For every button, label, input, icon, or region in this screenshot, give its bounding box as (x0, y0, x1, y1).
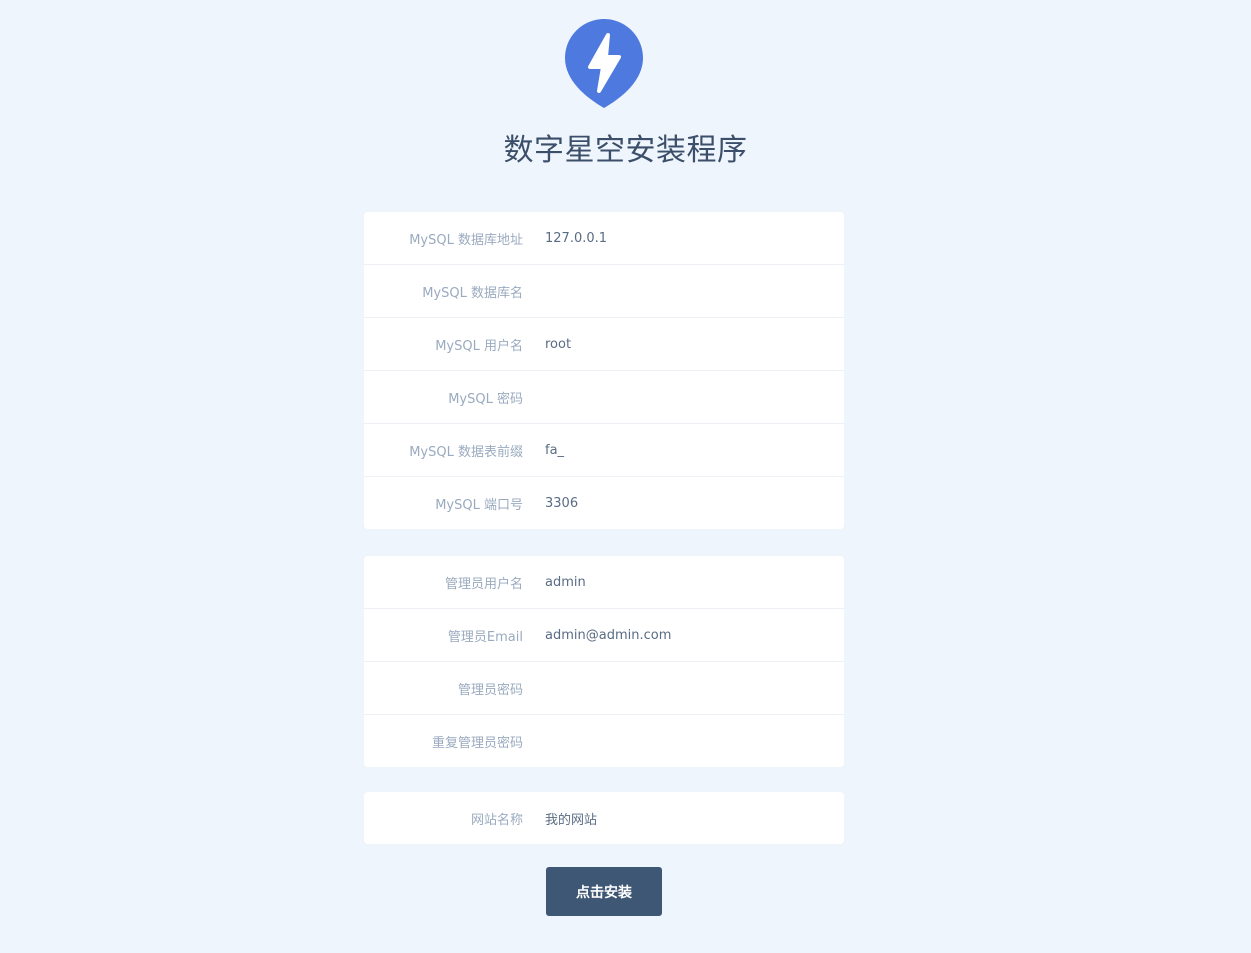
page-title: 数字星空安装程序 (503, 133, 748, 168)
db-name-label: MySQL 数据库名 (422, 285, 523, 301)
lightning-bolt-icon (565, 19, 643, 108)
admin-username-label: 管理员用户名 (444, 576, 523, 592)
db-name-input[interactable] (545, 276, 844, 306)
form-row-db-prefix: MySQL 数据表前缀 (364, 424, 844, 477)
admin-password-repeat-label: 重复管理员密码 (431, 735, 523, 751)
admin-password-repeat-input[interactable] (545, 726, 844, 756)
form-row-db-password: MySQL 密码 (364, 371, 844, 424)
admin-username-input[interactable] (545, 567, 844, 597)
form-row-admin-username: 管理员用户名 (364, 556, 844, 609)
db-host-label: MySQL 数据库地址 (409, 232, 523, 248)
db-prefix-label: MySQL 数据表前缀 (409, 444, 523, 460)
admin-settings-card: 管理员用户名 管理员Email 管理员密码 重复管理员密码 (364, 556, 844, 767)
db-prefix-input[interactable] (545, 435, 844, 465)
site-name-label: 网站名称 (470, 812, 523, 828)
db-port-label: MySQL 端口号 (435, 497, 523, 513)
db-password-input[interactable] (545, 382, 844, 412)
admin-email-label: 管理员Email (447, 629, 523, 645)
db-user-label: MySQL 用户名 (435, 338, 523, 354)
db-host-input[interactable] (545, 223, 844, 253)
admin-email-input[interactable] (545, 620, 844, 650)
site-name-input[interactable] (545, 803, 844, 833)
database-settings-card: MySQL 数据库地址 MySQL 数据库名 MySQL 用户名 MySQL 密… (364, 212, 844, 529)
admin-password-input[interactable] (545, 673, 844, 703)
db-user-input[interactable] (545, 329, 844, 359)
form-row-db-host: MySQL 数据库地址 (364, 212, 844, 265)
form-row-db-user: MySQL 用户名 (364, 318, 844, 371)
form-row-db-name: MySQL 数据库名 (364, 265, 844, 318)
db-port-input[interactable] (545, 488, 844, 518)
form-row-db-port: MySQL 端口号 (364, 477, 844, 529)
form-row-admin-password: 管理员密码 (364, 662, 844, 715)
site-settings-card: 网站名称 (364, 792, 844, 844)
form-row-site-name: 网站名称 (364, 792, 844, 844)
db-password-label: MySQL 密码 (448, 391, 523, 407)
form-row-admin-password-repeat: 重复管理员密码 (364, 715, 844, 767)
install-button[interactable]: 点击安装 (546, 867, 662, 916)
form-row-admin-email: 管理员Email (364, 609, 844, 662)
admin-password-label: 管理员密码 (457, 682, 523, 698)
